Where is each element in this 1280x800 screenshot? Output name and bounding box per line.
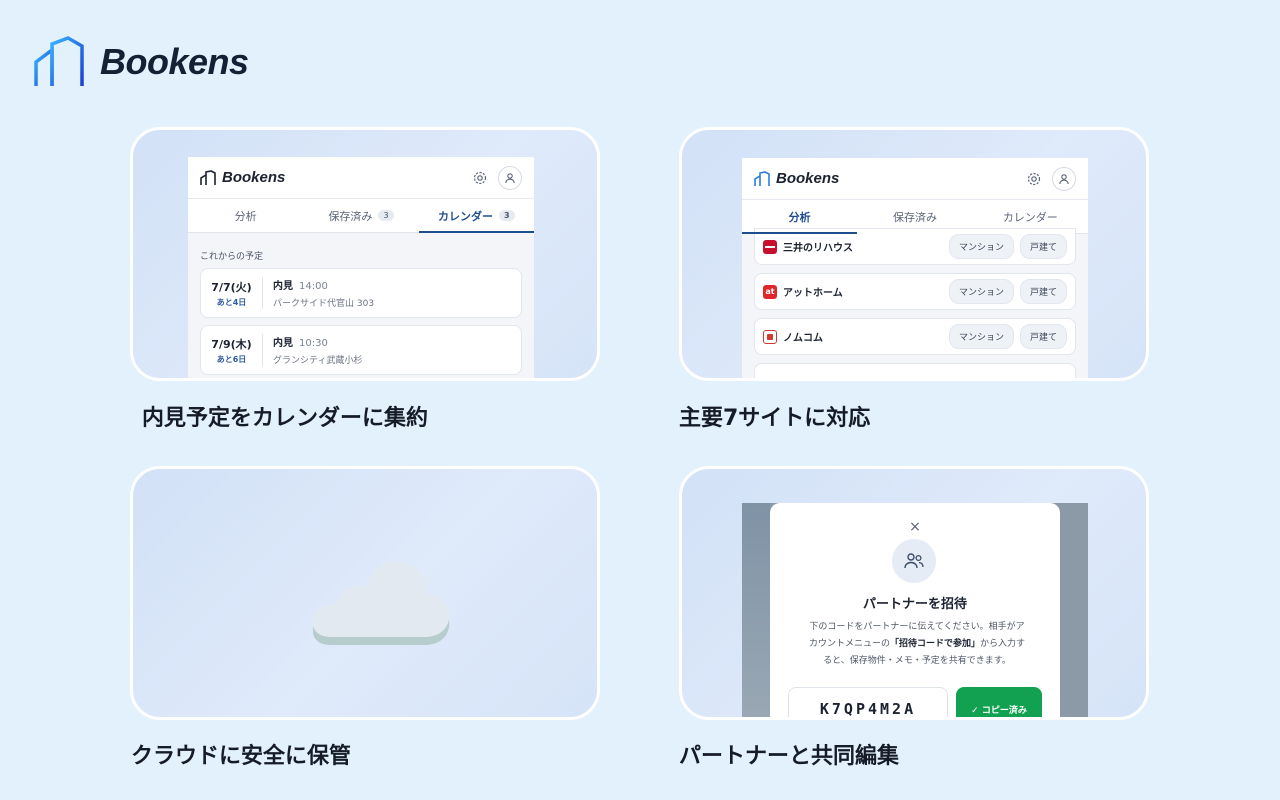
tab-calendar[interactable]: カレンダー — [973, 200, 1088, 233]
desc-line: ると、保存物件・メモ・予定を共有できます。 — [823, 656, 1011, 666]
gear-icon[interactable] — [1026, 171, 1042, 187]
site-row[interactable]: at アットホーム マンション 戸建て — [754, 273, 1076, 310]
modal-description: 下のコードをパートナーに伝えてください。相手がア カウントメニューの「招待コード… — [788, 619, 1046, 670]
caption-partner: パートナーと共同編集 — [679, 744, 900, 769]
event-item[interactable]: 7/9(木) あと6日 内見 10:30 グランシティ武蔵小杉 — [200, 325, 522, 375]
event-address: グランシティ武蔵小杉 — [273, 356, 363, 366]
close-icon[interactable]: × — [770, 519, 1060, 535]
feature-card-calendar: Bookens 分析 保存済み 3 カレンダー 3 これからの予定 7/7(火) あと… — [130, 127, 600, 381]
tab-label: カレンダー — [438, 209, 494, 223]
feature-card-partner: × パートナーを招待 下のコードをパートナーに伝えてください。相手がア カウント… — [679, 466, 1149, 720]
tab-saved[interactable]: 保存済み 3 — [303, 199, 418, 232]
caption-sites: 主要7サイトに対応 — [679, 406, 871, 431]
event-time: 14:00 — [299, 281, 328, 292]
cloud-icon — [313, 561, 450, 645]
event-title: 内見 — [273, 338, 293, 349]
site-name: アットホーム — [783, 288, 843, 299]
event-item[interactable]: 7/7(火) あと4日 内見 14:00 パークサイド代官山 303 — [200, 268, 522, 318]
event-date: 7/9(木) — [211, 337, 252, 351]
brand-name: Bookens — [100, 41, 249, 82]
count-badge: 3 — [499, 210, 515, 221]
rehouse-logo-icon — [763, 239, 777, 254]
tab-label: 分析 — [234, 209, 257, 223]
app-screenshot-sites: Bookens 分析 保存済み カレンダー 三井のリハウス マンション 戸建て a… — [742, 158, 1088, 378]
event-address: パークサイド代官山 303 — [273, 299, 375, 309]
caption-cloud: クラウドに安全に保管 — [131, 744, 352, 769]
desc-text: から入力す — [980, 639, 1026, 649]
gear-icon[interactable] — [472, 170, 488, 186]
event-date: 7/7(火) — [211, 280, 252, 294]
people-icon — [892, 539, 936, 583]
brand-logo: Bookens — [34, 36, 249, 88]
tab-bar: 分析 保存済み 3 カレンダー 3 — [188, 199, 534, 233]
caption-calendar: 内見予定をカレンダーに集約 — [142, 406, 429, 431]
tab-label: 分析 — [788, 210, 811, 224]
athome-logo-icon: at — [763, 284, 777, 299]
invite-code[interactable]: K7QP4M2A — [788, 687, 948, 717]
event-time: 10:30 — [299, 338, 328, 349]
app-logo-icon — [754, 170, 770, 186]
pill-house[interactable]: 戸建て — [1019, 324, 1067, 349]
user-icon — [1059, 173, 1069, 184]
copy-button[interactable]: ✓ コピー済み — [956, 687, 1042, 717]
desc-text: カウントメニューの — [808, 639, 890, 649]
site-row-partial — [754, 363, 1076, 378]
pill-house[interactable]: 戸建て — [1019, 279, 1067, 304]
tab-saved[interactable]: 保存済み — [857, 200, 972, 233]
app-name: Bookens — [776, 170, 840, 187]
pill-mansion[interactable]: マンション — [948, 324, 1014, 349]
tab-label: 保存済み — [328, 209, 373, 223]
tab-label: 保存済み — [892, 210, 937, 224]
count-badge: 3 — [378, 210, 394, 221]
tab-analysis[interactable]: 分析 — [188, 199, 303, 232]
app-screenshot-invite: × パートナーを招待 下のコードをパートナーに伝えてください。相手がア カウント… — [742, 503, 1088, 717]
pill-house[interactable]: 戸建て — [1019, 234, 1067, 259]
feature-card-cloud — [130, 466, 600, 720]
account-button[interactable] — [498, 165, 522, 190]
modal-title: パートナーを招待 — [862, 597, 967, 612]
tab-bar: 分析 保存済み カレンダー — [742, 200, 1088, 234]
building-logo-icon — [34, 36, 84, 86]
site-row[interactable]: ノムコム マンション 戸建て — [754, 318, 1076, 355]
days-left: あと6日 — [216, 354, 247, 364]
site-name: 三井のリハウス — [783, 243, 853, 254]
desc-line: 下のコードをパートナーに伝えてください。相手がア — [809, 622, 1025, 632]
desc-emphasis: 「招待コードで参加」 — [889, 639, 980, 649]
event-title: 内見 — [273, 281, 293, 292]
app-name: Bookens — [222, 169, 286, 186]
tab-calendar[interactable]: カレンダー 3 — [418, 199, 534, 233]
nomucom-logo-icon — [763, 329, 777, 344]
user-icon — [505, 172, 515, 183]
site-name: ノムコム — [783, 333, 823, 344]
pill-mansion[interactable]: マンション — [948, 279, 1014, 304]
invite-modal: × パートナーを招待 下のコードをパートナーに伝えてください。相手がア カウント… — [770, 503, 1060, 717]
feature-card-sites: Bookens 分析 保存済み カレンダー 三井のリハウス マンション 戸建て a… — [679, 127, 1149, 381]
app-header: Bookens — [188, 157, 534, 199]
pill-mansion[interactable]: マンション — [948, 234, 1014, 259]
tab-analysis[interactable]: 分析 — [742, 200, 858, 234]
app-header: Bookens — [742, 158, 1088, 200]
tab-label: カレンダー — [1002, 210, 1058, 224]
app-screenshot-calendar: Bookens 分析 保存済み 3 カレンダー 3 これからの予定 7/7(火) あと… — [188, 157, 534, 378]
account-button[interactable] — [1052, 166, 1076, 191]
section-label: これからの予定 — [200, 252, 264, 262]
days-left: あと4日 — [216, 297, 247, 307]
app-logo-icon — [200, 169, 216, 185]
